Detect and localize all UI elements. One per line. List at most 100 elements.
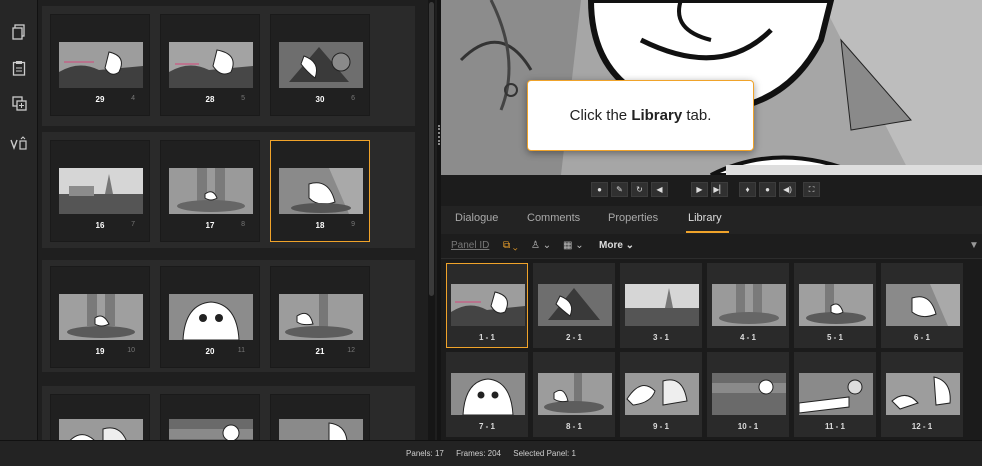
library-panel-label: 3 - 1 (652, 333, 669, 342)
active-tab-indicator (686, 231, 729, 233)
panel-index: 7 (131, 221, 135, 228)
library-panel-label: 5 - 1 (826, 333, 843, 342)
panel-thumbnail (59, 294, 143, 340)
board-panel[interactable]: 19 10 (50, 266, 150, 368)
library-panel-label: 4 - 1 (739, 333, 756, 342)
panel-index: 5 (241, 95, 245, 102)
library-panel-label: 7 - 1 (478, 422, 495, 431)
library-panel[interactable]: 3 - 1 (620, 263, 702, 348)
volume-icon[interactable]: ◀) (779, 182, 796, 197)
scene-group (42, 386, 415, 440)
divider-grip-icon[interactable] (438, 125, 440, 145)
library-thumbnail (886, 373, 960, 415)
library-panel[interactable]: 5 - 1 (794, 263, 876, 348)
filter-funnel-icon[interactable]: ▼ (969, 240, 979, 251)
tab-comments[interactable]: Comments (527, 212, 580, 224)
board-panel[interactable]: 16 7 (50, 140, 150, 242)
duplicate-icon[interactable] (9, 96, 29, 116)
panel-index: 4 (131, 95, 135, 102)
panel-thumbnail (279, 168, 363, 214)
microphone-icon[interactable]: ♦ (739, 182, 756, 197)
library-panel[interactable]: 2 - 1 (533, 263, 615, 348)
fullscreen-icon[interactable]: ⛶ (803, 182, 820, 197)
tab-dialogue[interactable]: Dialogue (455, 212, 498, 224)
tab-properties[interactable]: Properties (608, 212, 658, 224)
panel-thumbnail (279, 294, 363, 340)
library-panel-label: 12 - 1 (911, 422, 933, 431)
more-filters-button[interactable]: More ⌄ (599, 240, 634, 251)
next-icon[interactable]: ▶▏ (711, 182, 728, 197)
panel-thumbnail (59, 168, 143, 214)
library-panel-label: 9 - 1 (652, 422, 669, 431)
library-panel[interactable]: 6 - 1 (881, 263, 963, 348)
board-panel[interactable] (50, 394, 150, 440)
library-panel[interactable]: 12 - 1 (881, 352, 963, 437)
calendar-filter-icon[interactable]: ▦ ⌄ (563, 240, 584, 251)
scene-group: 19 10 20 11 21 12 (42, 260, 415, 372)
panel-thumbnail (169, 294, 253, 340)
board-panel[interactable]: 29 4 (50, 14, 150, 116)
library-thumbnail (538, 284, 612, 326)
previous-icon[interactable]: ◀ (651, 182, 668, 197)
library-panel[interactable]: 4 - 1 (707, 263, 789, 348)
board-panel[interactable]: 30 6 (270, 14, 370, 116)
panels-count: Panels: 17 (406, 449, 444, 458)
playback-controls: ● ✎ ↻ ◀ ▶ ▶▏ ♦ ● ◀) ⛶ (441, 175, 982, 206)
status-bar: Panels: 17 Frames: 204 Selected Panel: 1 (0, 440, 982, 466)
frames-count: Frames: 204 (456, 449, 501, 458)
library-panel-label: 8 - 1 (565, 422, 582, 431)
library-panel-label: 6 - 1 (913, 333, 930, 342)
paste-icon[interactable] (9, 60, 29, 80)
board-panel[interactable]: 21 12 (270, 266, 370, 368)
panel-index: 8 (241, 221, 245, 228)
version-icon[interactable] (9, 136, 29, 156)
library-panel[interactable]: 1 - 1 (446, 263, 528, 348)
tutorial-callout: Click the Library tab. (527, 80, 754, 151)
panel-index: 12 (347, 347, 355, 354)
panel-index: 9 (351, 221, 355, 228)
record-icon[interactable]: ● (759, 182, 776, 197)
panel-index: 10 (127, 347, 135, 354)
library-thumbnail (451, 373, 525, 415)
board-scrollbar[interactable] (428, 0, 435, 440)
library-thumbnail (451, 284, 525, 326)
scrollbar-thumb[interactable] (429, 2, 434, 296)
selected-panel-status: Selected Panel: 1 (513, 449, 576, 458)
user-filter-icon[interactable]: ♙ ⌄ (531, 240, 551, 251)
panel-thumbnail (59, 42, 143, 88)
panel-id-field[interactable]: Panel ID (451, 240, 489, 251)
library-panel[interactable]: 9 - 1 (620, 352, 702, 437)
library-panel[interactable]: 11 - 1 (794, 352, 876, 437)
board-panel[interactable]: 20 11 (160, 266, 260, 368)
library-thumbnail (799, 373, 873, 415)
library-thumbnail (625, 284, 699, 326)
pencil-icon[interactable]: ✎ (611, 182, 628, 197)
library-filter-bar: Panel ID ⧉ ⌄ ♙ ⌄ ▦ ⌄ More ⌄ ▼ (441, 234, 982, 259)
scene-group: 16 7 17 8 18 9 (42, 132, 415, 248)
comment-icon[interactable]: ● (591, 182, 608, 197)
library-panel[interactable]: 7 - 1 (446, 352, 528, 437)
library-panel-label: 11 - 1 (824, 422, 845, 431)
tab-library[interactable]: Library (688, 212, 722, 224)
callout-text: Click the Library tab. (569, 107, 712, 124)
library-panel[interactable]: 10 - 1 (707, 352, 789, 437)
panel-thumbnail (169, 168, 253, 214)
copy-icon[interactable] (9, 24, 29, 44)
library-panel[interactable]: 8 - 1 (533, 352, 615, 437)
board-panel[interactable] (160, 394, 260, 440)
loop-icon[interactable]: ↻ (631, 182, 648, 197)
library-panel-label: 10 - 1 (737, 422, 759, 431)
board-panel-selected[interactable]: 18 9 (270, 140, 370, 242)
panel-thumbnail (279, 419, 363, 440)
panel-thumbnail (279, 42, 363, 88)
library-thumbnail (538, 373, 612, 415)
library-thumbnail (625, 373, 699, 415)
panel-board: 29 4 28 5 30 6 16 7 17 8 18 9 19 10 20 1… (38, 0, 438, 440)
board-panel[interactable] (270, 394, 370, 440)
board-panel[interactable]: 17 8 (160, 140, 260, 242)
scene-filter-icon[interactable]: ⧉ ⌄ (503, 240, 518, 251)
storyboard-app: 29 4 28 5 30 6 16 7 17 8 18 9 19 10 20 1… (0, 0, 982, 466)
library-thumbnail (712, 284, 786, 326)
left-toolbar (0, 0, 38, 440)
board-panel[interactable]: 28 5 (160, 14, 260, 116)
